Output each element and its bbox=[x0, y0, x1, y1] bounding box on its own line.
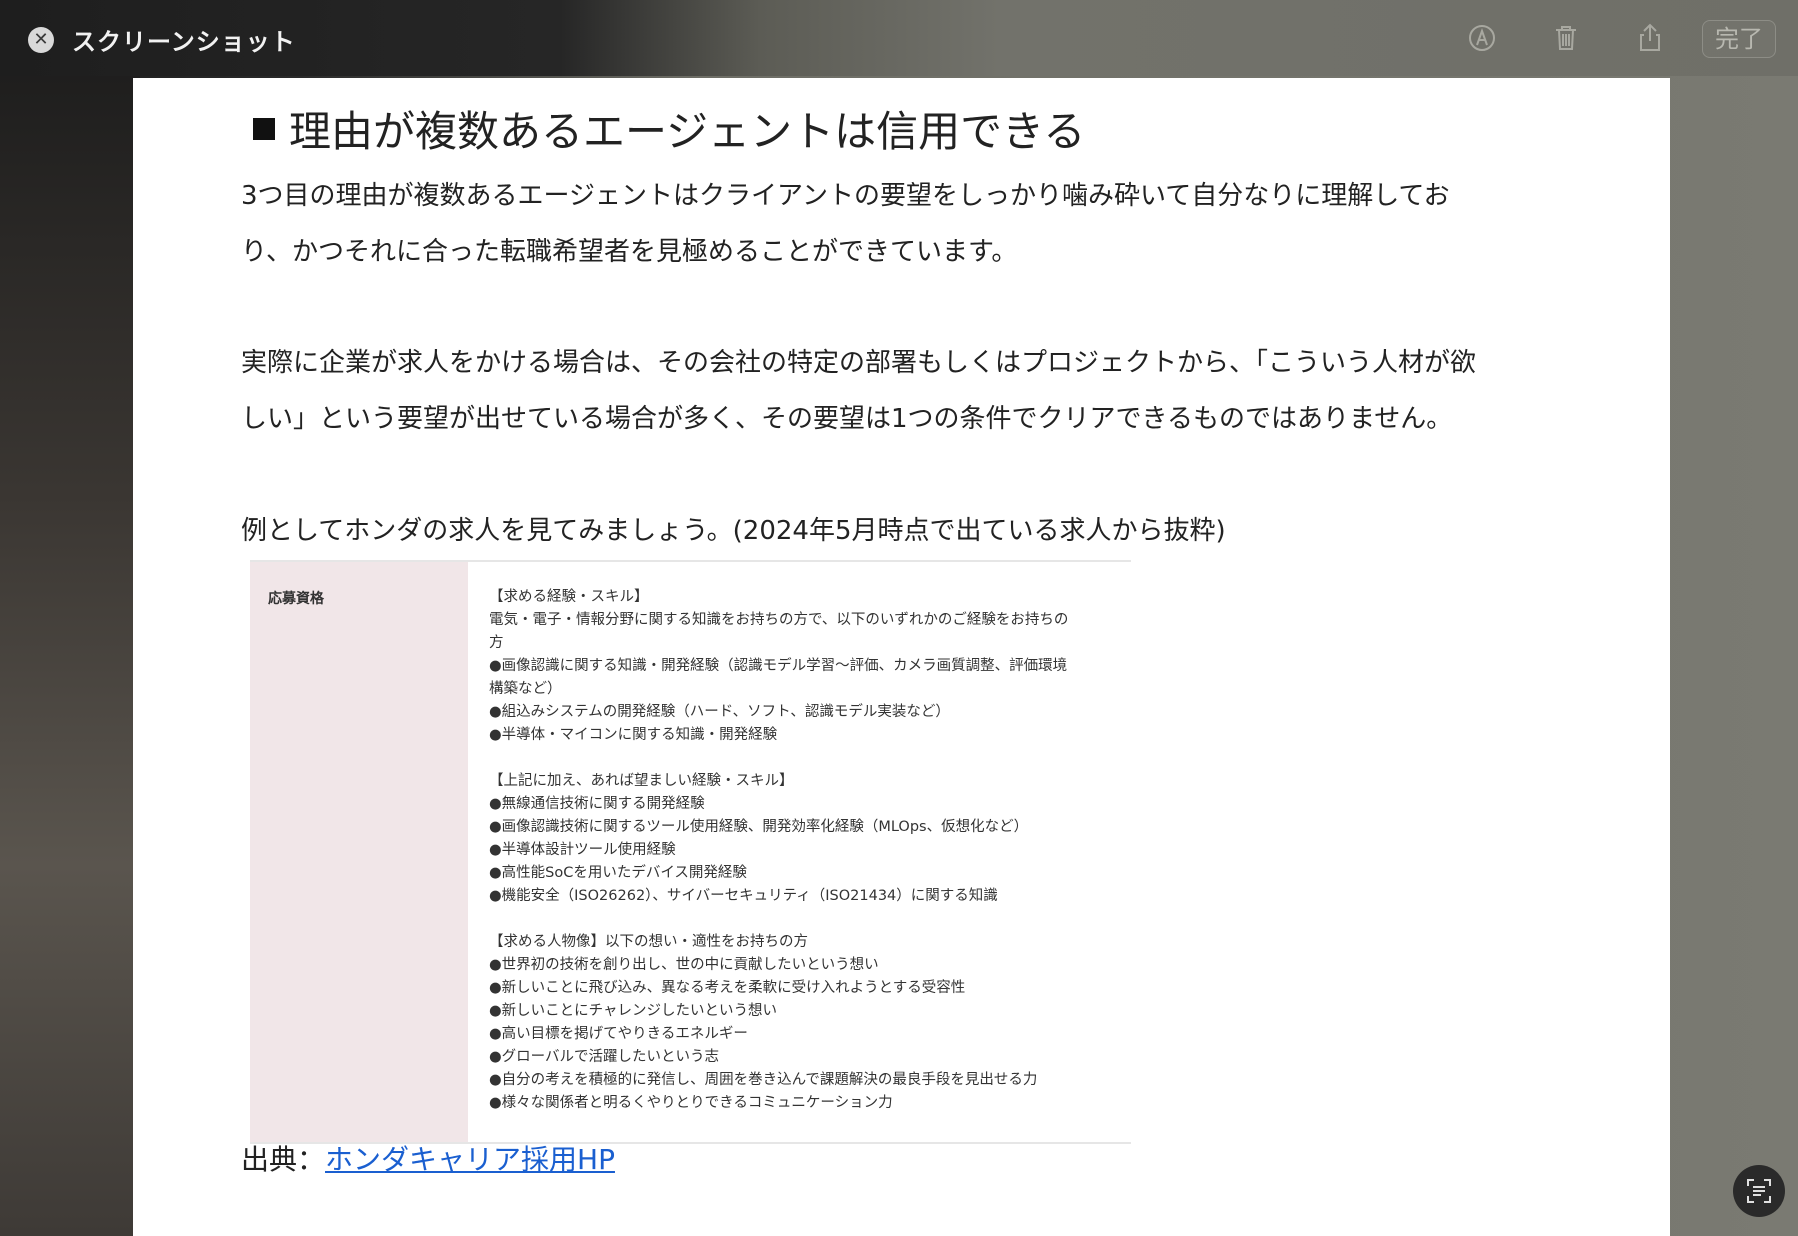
markup-icon[interactable] bbox=[1464, 20, 1500, 56]
window-titlebar: ✕ スクリーンショット 完了 bbox=[0, 0, 1798, 76]
source-citation: 出典：ホンダキャリア採用HP bbox=[241, 1138, 615, 1178]
close-icon[interactable]: ✕ bbox=[28, 27, 54, 53]
paragraph-1: 3つ目の理由が複数あるエージェントはクライアントの要望をしっかり噛み砕いて自分な… bbox=[241, 168, 1621, 280]
requirement-line: ●組込みシステムの開発経験（ハード、ソフト、認識モデル実装など） bbox=[489, 704, 950, 720]
table-label-cell: 応募資格 bbox=[250, 562, 468, 1142]
requirement-line: ●機能安全（ISO26262）、サイバーセキュリティ（ISO21434）に関する… bbox=[489, 888, 998, 904]
requirement-line: ●グローバルで活躍したいという志 bbox=[489, 1049, 720, 1065]
job-requirements-table: 応募資格 【求める経験・スキル】電気・電子・情報分野に関する知識をお持ちの方で、… bbox=[250, 560, 1131, 1144]
paragraph-2-line-1: 実際に企業が求人をかける場合は、その会社の特定の部署もしくはプロジェクトから、「… bbox=[241, 348, 1477, 378]
requirement-line: ●半導体設計ツール使用経験 bbox=[489, 842, 676, 858]
background-left-shadow bbox=[0, 0, 140, 1236]
requirement-line: ●自分の考えを積極的に発信し、周囲を巻き込んで課題解決の最良手段を見出せる力 bbox=[489, 1072, 1038, 1088]
requirement-line: ●画像認識に関する知識・開発経験（認識モデル学習〜評価、カメラ画質調整、評価環境 bbox=[489, 658, 1068, 674]
share-icon[interactable] bbox=[1632, 20, 1668, 56]
requirement-line: ●世界初の技術を創り出し、世の中に貢献したいという想い bbox=[489, 957, 879, 973]
requirement-line: ●高い目標を掲げてやりきるエネルギー bbox=[489, 1026, 748, 1042]
heading-text: 理由が複数あるエージェントは信用できる bbox=[289, 107, 1086, 156]
table-label: 応募資格 bbox=[268, 591, 324, 607]
requirement-line: 方 bbox=[489, 635, 504, 651]
source-link[interactable]: ホンダキャリア採用HP bbox=[325, 1143, 615, 1176]
requirement-line bbox=[489, 908, 1109, 931]
paragraph-1-line-2: り、かつそれに合った転職希望者を見極めることができています。 bbox=[241, 237, 1018, 267]
live-text-icon[interactable] bbox=[1733, 1165, 1785, 1217]
requirement-line: 【求める人物像】以下の想い・適性をお持ちの方 bbox=[489, 934, 808, 950]
paragraph-3: 例としてホンダの求人を見てみましょう。(2024年5月時点で出ている求人から抜粋… bbox=[241, 516, 1226, 546]
requirements-list: 【求める経験・スキル】電気・電子・情報分野に関する知識をお持ちの方で、以下のいず… bbox=[489, 586, 1109, 1115]
square-bullet-icon bbox=[253, 118, 275, 140]
source-prefix: 出典： bbox=[241, 1143, 326, 1176]
requirement-line: 【上記に加え、あれば望ましい経験・スキル】 bbox=[489, 773, 794, 789]
requirement-line: ●新しいことに飛び込み、異なる考えを柔軟に受け入れようとする受容性 bbox=[489, 980, 966, 996]
requirement-line: ●高性能SoCを用いたデバイス開発経験 bbox=[489, 865, 747, 881]
requirement-line: 【求める経験・スキル】 bbox=[489, 589, 649, 605]
requirement-line: ●画像認識技術に関するツール使用経験、開発効率化経験（MLOps、仮想化など） bbox=[489, 819, 1029, 835]
requirement-line: 構築など） bbox=[489, 681, 562, 697]
paragraph-2-line-2: しい」という要望が出せている場合が多く、その要望は1つの条件でクリアできるもので… bbox=[241, 404, 1453, 434]
article-heading: 理由が複数あるエージェントは信用できる bbox=[253, 98, 1085, 159]
requirement-line: ●無線通信技術に関する開発経験 bbox=[489, 796, 705, 812]
requirement-line bbox=[489, 747, 1109, 770]
screenshot-preview: 理由が複数あるエージェントは信用できる 3つ目の理由が複数あるエージェントはクラ… bbox=[133, 78, 1670, 1236]
done-button[interactable]: 完了 bbox=[1702, 20, 1776, 58]
requirement-line: 電気・電子・情報分野に関する知識をお持ちの方で、以下のいずれかのご経験をお持ちの bbox=[489, 612, 1069, 628]
requirement-line: ●新しいことにチャレンジしたいという想い bbox=[489, 1003, 778, 1019]
window-title: スクリーンショット bbox=[72, 28, 296, 56]
paragraph-1-line-1: 3つ目の理由が複数あるエージェントはクライアントの要望をしっかり噛み砕いて自分な… bbox=[241, 181, 1450, 211]
requirement-line: ●様々な関係者と明るくやりとりできるコミュニケーション力 bbox=[489, 1095, 893, 1111]
trash-icon[interactable] bbox=[1548, 20, 1584, 56]
requirement-line: ●半導体・マイコンに関する知識・開発経験 bbox=[489, 727, 778, 743]
paragraph-2: 実際に企業が求人をかける場合は、その会社の特定の部署もしくはプロジェクトから、「… bbox=[241, 335, 1621, 447]
